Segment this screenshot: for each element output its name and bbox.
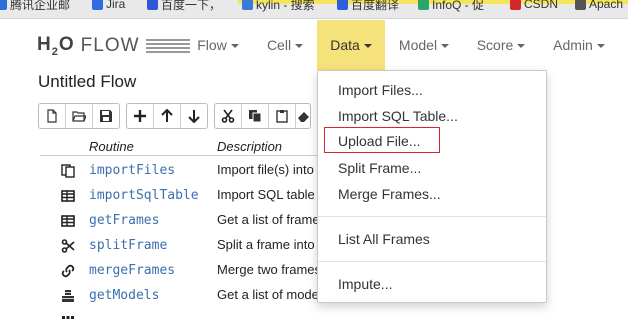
menu-label: Flow: [197, 37, 227, 53]
routine-link[interactable]: importSqlTable: [89, 188, 199, 203]
table-header-divider: [40, 155, 330, 156]
table-icon: [61, 215, 75, 227]
data-dropdown-menu: Import Files... Import SQL Table... Uplo…: [317, 70, 547, 303]
menu-flow[interactable]: Flow: [187, 20, 249, 70]
logo-flow-text: FLOW: [80, 34, 140, 56]
open-folder-icon[interactable]: [66, 104, 93, 128]
bookmark-label: Apach: [589, 0, 624, 11]
top-navbar: H2O FLOW Flow Cell Data Model Score Admi…: [0, 20, 628, 70]
bookmark-label: 百度翻译: [351, 0, 400, 12]
column-header-description: Description: [217, 139, 283, 154]
routine-link[interactable]: importFiles: [89, 163, 175, 178]
menu-item-import-files[interactable]: Import Files...: [338, 82, 423, 98]
caret-down-icon: [230, 44, 239, 48]
bookmark-0[interactable]: 腾讯企业邮: [0, 0, 70, 13]
erase-icon[interactable]: [296, 104, 310, 128]
bookmark-label: InfoQ - 促: [432, 0, 485, 12]
menu-label: Cell: [266, 37, 292, 53]
add-cell-icon[interactable]: [127, 104, 154, 128]
bookmark-icon: [147, 0, 158, 10]
link-icon: [61, 264, 75, 278]
menu-item-upload-file[interactable]: Upload File...: [338, 133, 420, 149]
bookmark-6[interactable]: CSDN: [510, 0, 558, 13]
flow-title[interactable]: Untitled Flow: [38, 72, 136, 92]
bookmark-4[interactable]: 百度翻译: [337, 0, 399, 13]
cubes-icon: [62, 290, 74, 302]
logo-h2o: H2O: [37, 34, 75, 58]
h2o-flow-logo[interactable]: H2O FLOW: [37, 34, 190, 58]
menu-item-impute[interactable]: Impute...: [338, 276, 392, 292]
toolbar-group-edit: [214, 103, 311, 129]
table-icon: [61, 190, 75, 202]
toolbar-group-cell: [126, 103, 208, 129]
save-icon[interactable]: [93, 104, 119, 128]
copy-icon[interactable]: [242, 104, 269, 128]
menu-item-list-all-frames[interactable]: List All Frames: [338, 231, 430, 247]
bookmark-label: 腾讯企业邮: [10, 0, 71, 12]
files-icon: [61, 164, 75, 178]
menu-cell[interactable]: Cell: [257, 20, 313, 70]
menu-label: Model: [398, 37, 438, 53]
move-up-icon[interactable]: [154, 104, 181, 128]
caret-down-icon: [441, 44, 450, 48]
menu-divider: [318, 216, 546, 217]
bookmarks-bar: 腾讯企业邮 Jira 百度一下， kylin - 搜索 百度翻译 InfoQ -…: [0, 0, 628, 19]
scissors-icon: [61, 239, 75, 253]
menu-label: Score: [476, 37, 514, 53]
routine-link[interactable]: splitFrame: [89, 238, 167, 253]
menu-divider: [318, 261, 546, 262]
bookmark-icon: [337, 0, 348, 10]
bookmark-icon: [418, 0, 429, 10]
cut-icon[interactable]: [215, 104, 242, 128]
bookmark-icon: [575, 0, 586, 10]
routine-link[interactable]: mergeFrames: [89, 263, 175, 278]
menu-item-merge-frames[interactable]: Merge Frames...: [338, 186, 441, 202]
paste-icon[interactable]: [269, 104, 296, 128]
menu-model[interactable]: Model: [391, 20, 457, 70]
menu-score[interactable]: Score: [470, 20, 532, 70]
bookmark-label: Jira: [106, 0, 126, 11]
column-header-routine: Routine: [89, 139, 134, 154]
logo-lines-icon: [145, 38, 190, 53]
bookmark-5[interactable]: InfoQ - 促: [418, 0, 484, 13]
bookmark-icon: [510, 0, 521, 10]
flow-toolbar: [38, 103, 311, 129]
routine-link[interactable]: getModels: [89, 288, 159, 303]
menu-item-import-sql-table[interactable]: Import SQL Table...: [338, 108, 458, 124]
bookmark-label: 百度一下，: [161, 0, 222, 12]
menu-data[interactable]: Data: [317, 20, 385, 70]
menu-label: Admin: [553, 37, 593, 53]
menu-item-split-frame[interactable]: Split Frame...: [338, 160, 421, 176]
menu-admin[interactable]: Admin: [545, 20, 613, 70]
bookmark-icon: [92, 0, 103, 10]
bookmark-7[interactable]: Apach: [575, 0, 623, 13]
new-file-icon[interactable]: [39, 104, 66, 128]
bookmark-icon: [242, 0, 253, 10]
caret-down-icon: [295, 44, 304, 48]
bookmark-1[interactable]: Jira: [92, 0, 125, 13]
bookmark-label: CSDN: [524, 0, 559, 11]
caret-down-icon: [517, 44, 526, 48]
routine-link[interactable]: getFrames: [89, 213, 159, 228]
caret-down-icon: [596, 44, 605, 48]
grid-icon: [62, 316, 74, 319]
bookmark-3[interactable]: kylin - 搜索: [242, 0, 315, 13]
caret-down-icon: [363, 44, 372, 48]
table-row-partial: [0, 309, 628, 334]
toolbar-group-file: [38, 103, 120, 129]
move-down-icon[interactable]: [181, 104, 207, 128]
bookmark-label: kylin - 搜索: [256, 0, 315, 12]
bookmark-icon: [0, 0, 7, 10]
bookmark-2[interactable]: 百度一下，: [147, 0, 221, 13]
menu-label: Data: [330, 37, 360, 53]
